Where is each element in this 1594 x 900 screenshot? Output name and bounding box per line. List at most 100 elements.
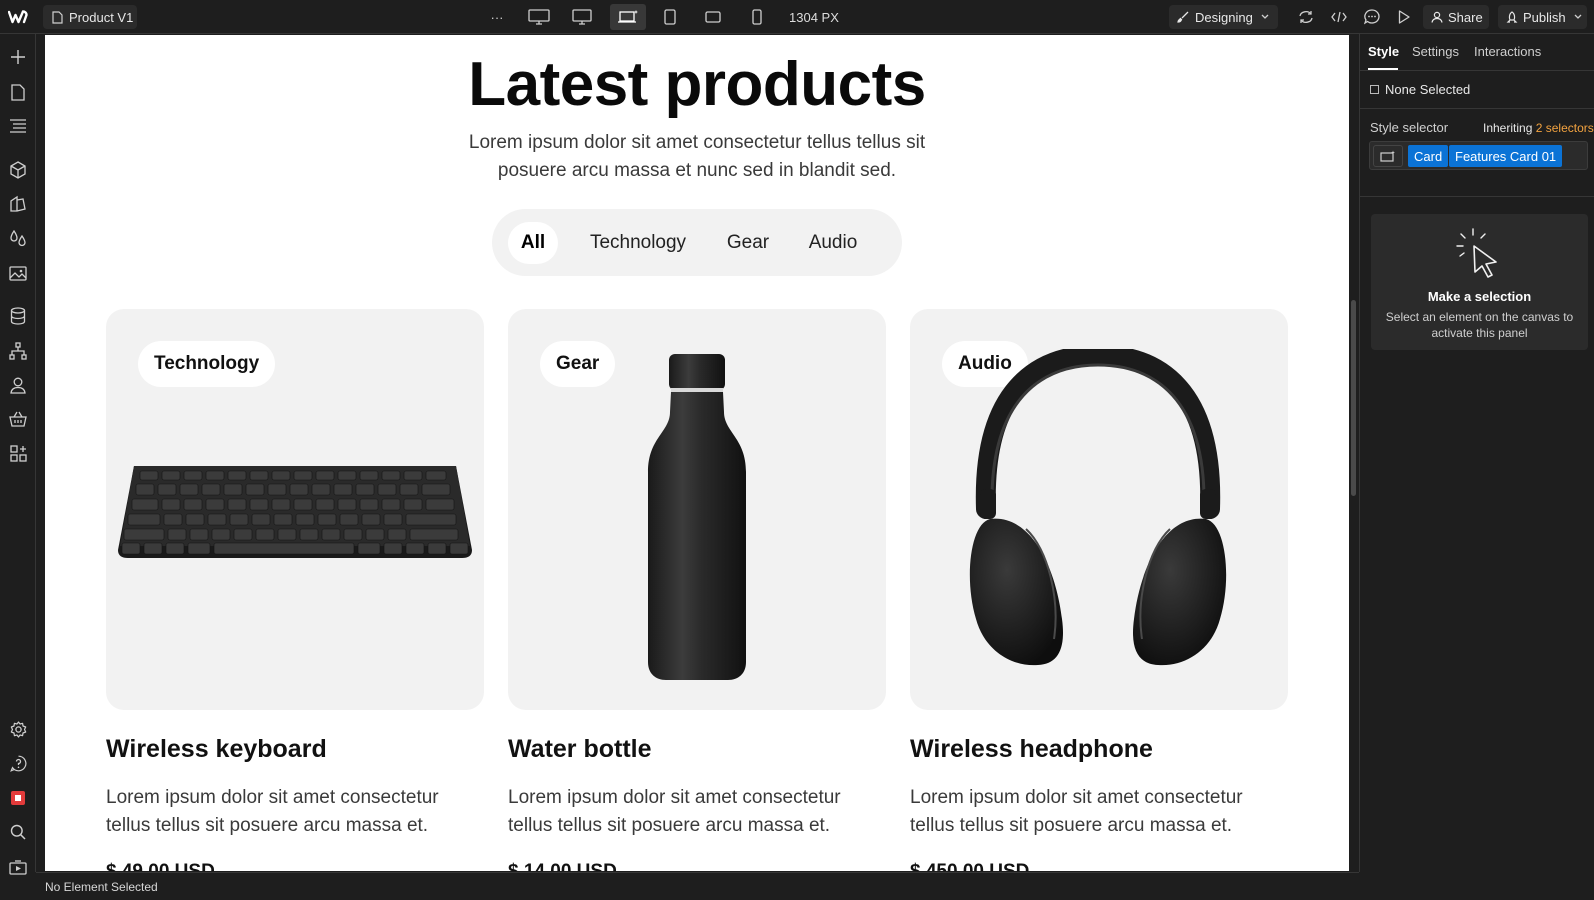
product-card-image[interactable]: Audio [910, 309, 1288, 710]
breakpoint-mobile-landscape-button[interactable] [698, 4, 728, 30]
product-description[interactable]: Lorem ipsum dolor sit amet consectetur t… [910, 784, 1270, 840]
product-title[interactable]: Wireless keyboard [106, 735, 327, 764]
users-button[interactable] [7, 374, 29, 396]
filter-gear[interactable]: Gear [718, 222, 778, 264]
canvas-scrollbar[interactable] [1351, 300, 1356, 496]
panel-tabs: Style Settings Interactions [1360, 34, 1594, 70]
chevron-down-icon [1261, 14, 1269, 19]
water-bottle-image [648, 354, 746, 680]
help-button[interactable] [7, 752, 29, 774]
category-filter-bar[interactable]: All Technology Gear Audio [492, 209, 902, 276]
search-button[interactable] [7, 821, 29, 843]
design-canvas[interactable]: Latest products Lorem ipsum dolor sit am… [45, 35, 1349, 871]
basket-icon [9, 411, 27, 427]
settings-button[interactable] [7, 718, 29, 740]
sync-icon [1299, 11, 1313, 23]
selector-state-button[interactable] [1373, 145, 1403, 167]
apps-grid-icon [9, 444, 27, 462]
breakpoint-desktop-button[interactable] [567, 4, 597, 30]
product-title[interactable]: Water bottle [508, 735, 652, 764]
headphones-image [969, 349, 1227, 666]
cms-button[interactable] [7, 305, 29, 327]
product-description[interactable]: Lorem ipsum dolor sit amet consectetur t… [508, 784, 868, 840]
section-heading[interactable]: Latest products [45, 49, 1349, 120]
ecommerce-button[interactable] [7, 408, 29, 430]
audit-button[interactable] [7, 787, 29, 809]
breakpoint-tablet-button[interactable] [655, 4, 685, 30]
divider [1360, 108, 1594, 109]
canvas-width-readout[interactable]: 1304 PX [789, 10, 839, 25]
divider [1360, 196, 1594, 197]
product-title[interactable]: Wireless headphone [910, 735, 1153, 764]
navigator-button[interactable] [7, 115, 29, 137]
filter-technology[interactable]: Technology [578, 222, 698, 264]
webflow-logo-icon[interactable] [8, 9, 28, 25]
inheriting-count[interactable]: 2 selectors [1536, 121, 1594, 135]
product-card-image[interactable]: Technology [106, 309, 484, 710]
style-panel: Style Settings Interactions None Selecte… [1359, 34, 1594, 872]
breakpoint-base-button[interactable] [610, 4, 646, 30]
style-manager-button[interactable] [7, 193, 29, 215]
empty-state-title: Make a selection [1427, 289, 1532, 304]
preview-button[interactable] [1389, 4, 1419, 30]
add-elements-button[interactable] [7, 46, 29, 68]
selector-chip-card[interactable]: Card [1408, 145, 1449, 167]
tab-interactions[interactable]: Interactions [1474, 44, 1541, 59]
code-view-button[interactable] [1324, 4, 1354, 30]
breakpoint-mobile-portrait-button[interactable] [742, 4, 772, 30]
user-icon [1431, 11, 1443, 23]
comment-icon [1364, 9, 1380, 25]
product-price[interactable]: $ 14.00 USD [508, 861, 617, 871]
components-button[interactable] [7, 159, 29, 181]
mode-dropdown[interactable]: Designing [1169, 5, 1278, 29]
inheriting-info[interactable]: Inheriting 2 selectors [1483, 121, 1594, 135]
share-button[interactable]: Share [1423, 5, 1489, 29]
product-description[interactable]: Lorem ipsum dolor sit amet consectetur t… [106, 784, 466, 840]
cursor-click-icon [1456, 228, 1497, 278]
page-selector[interactable]: Product V1 [43, 5, 137, 29]
style-selector-field[interactable]: Card Features Card 01 [1369, 141, 1588, 170]
audit-icon [11, 791, 25, 805]
sync-button[interactable] [1291, 4, 1321, 30]
filter-audio[interactable]: Audio [798, 222, 868, 264]
variables-button[interactable] [7, 227, 29, 249]
laptop-star-icon [618, 10, 638, 23]
help-icon [9, 755, 26, 772]
publish-button[interactable]: Publish [1498, 5, 1587, 29]
more-icon: ··· [490, 9, 504, 25]
status-bar: No Element Selected [36, 872, 1359, 900]
product-price[interactable]: $ 49.00 USD [106, 861, 215, 871]
empty-state: Make a selection Select an element on th… [1371, 214, 1588, 350]
logic-button[interactable] [7, 340, 29, 362]
drops-icon [10, 229, 26, 247]
navigator-icon [10, 119, 26, 133]
search-icon [10, 824, 26, 840]
assets-button[interactable] [7, 262, 29, 284]
database-icon [10, 307, 26, 325]
monitor-icon [572, 9, 592, 25]
breakpoint-desktop-large-button[interactable] [524, 4, 554, 30]
tablet-icon [664, 9, 676, 25]
selector-chip-features-card[interactable]: Features Card 01 [1449, 145, 1563, 167]
tab-settings[interactable]: Settings [1412, 44, 1459, 59]
play-icon [1398, 10, 1410, 24]
video-tutorials-button[interactable] [7, 856, 29, 878]
video-icon [9, 859, 27, 875]
checkbox-icon [1370, 85, 1379, 94]
filter-all[interactable]: All [508, 222, 558, 264]
product-card-image[interactable]: Gear [508, 309, 886, 710]
category-badge: Technology [138, 341, 276, 387]
product-price[interactable]: $ 450.00 USD [910, 861, 1029, 871]
comments-button[interactable] [1357, 4, 1387, 30]
page-name: Product V1 [69, 9, 134, 25]
publish-label: Publish [1523, 9, 1566, 25]
user-icon [10, 377, 26, 394]
selector-icon [1380, 150, 1395, 162]
pages-button[interactable] [7, 81, 29, 103]
tab-style[interactable]: Style [1368, 44, 1399, 59]
apps-button[interactable] [7, 442, 29, 464]
share-label: Share [1448, 9, 1483, 25]
section-subheading[interactable]: Lorem ipsum dolor sit amet consectetur t… [437, 129, 957, 185]
left-toolbar [0, 34, 36, 875]
more-options-button[interactable]: ··· [482, 4, 512, 30]
